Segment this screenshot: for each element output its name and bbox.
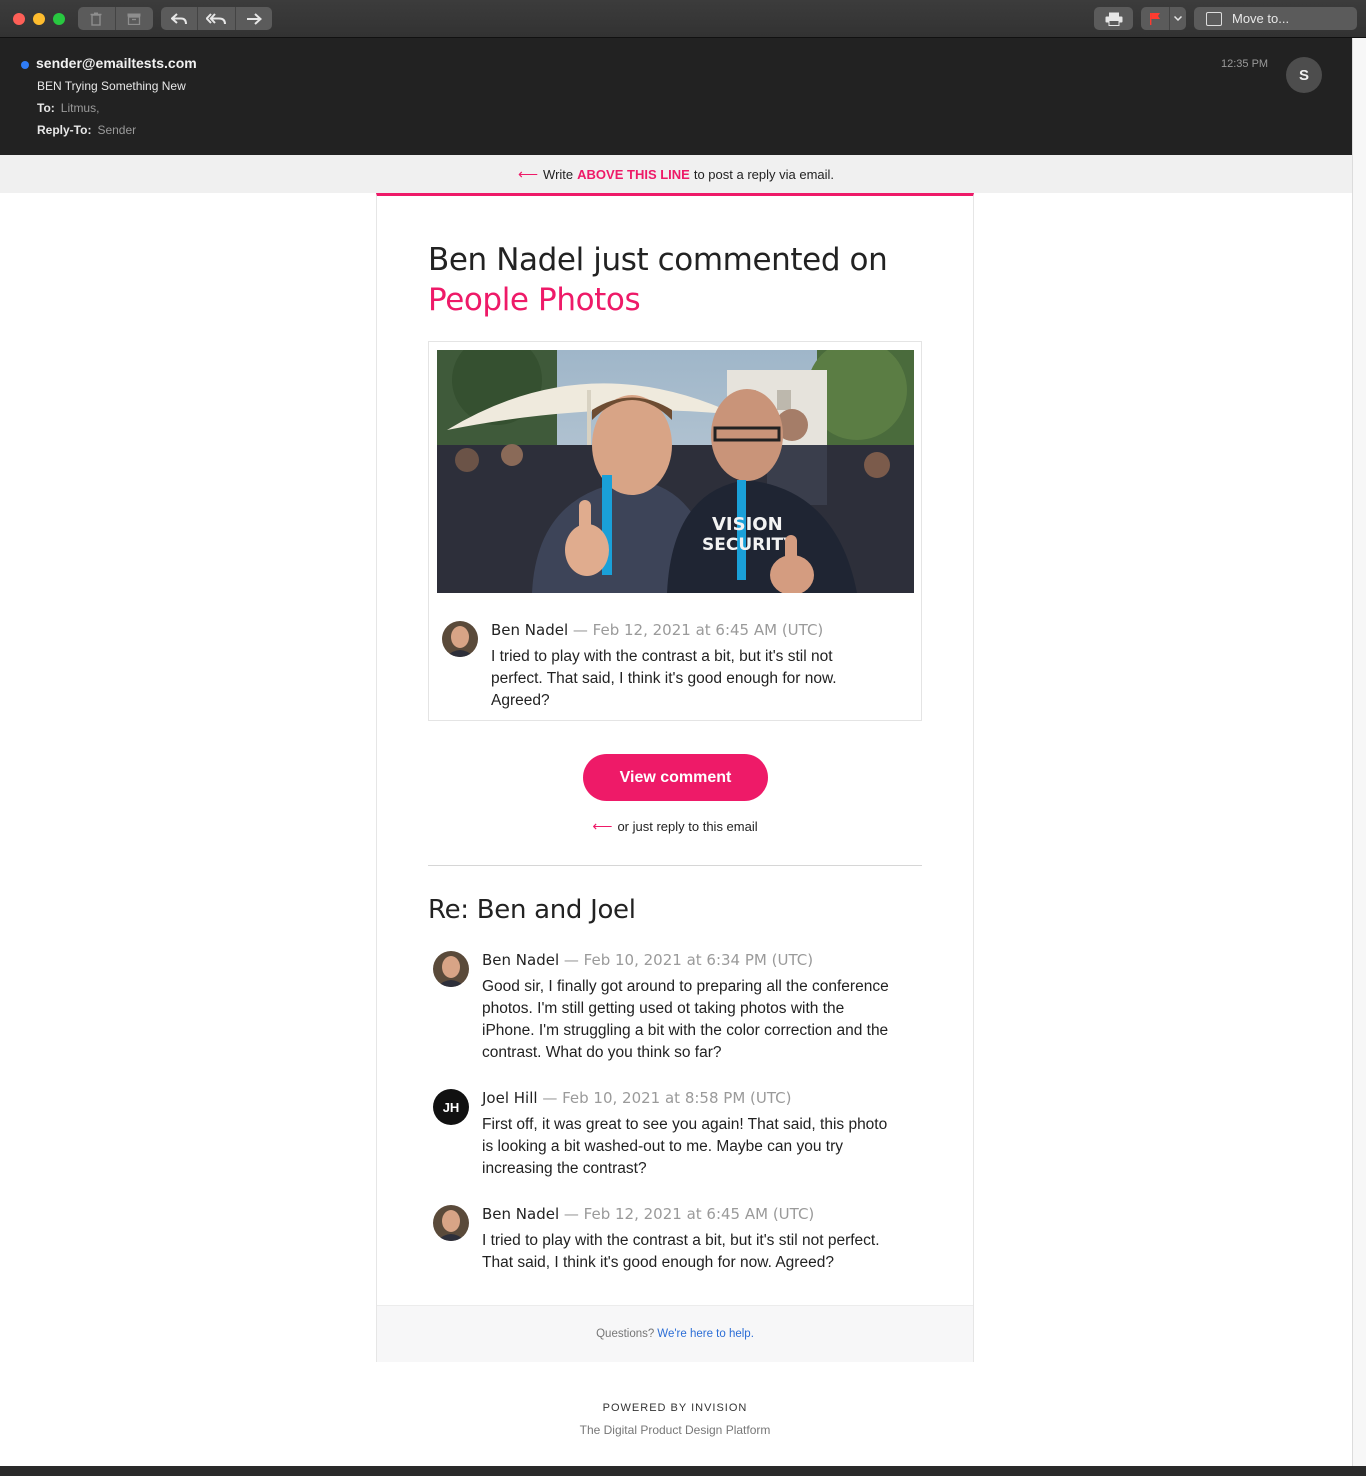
reply-all-icon xyxy=(206,12,227,24)
trash-button[interactable] xyxy=(78,7,116,30)
thread-comment-header: Ben Nadel — Feb 12, 2021 at 6:45 AM (UTC… xyxy=(482,1205,814,1223)
section-divider xyxy=(428,865,922,866)
reply-button[interactable] xyxy=(161,7,199,30)
left-arrow-icon: ⟵ xyxy=(592,818,613,834)
comment-author: Ben Nadel xyxy=(482,1205,560,1223)
reply-line-emphasis: ABOVE THIS LINE xyxy=(577,166,690,182)
mail-toolbar: Move to... xyxy=(0,0,1366,38)
comment-meta: — Feb 10, 2021 at 6:34 PM (UTC) xyxy=(563,951,814,969)
ben-nadel-avatar xyxy=(433,951,469,987)
comment-line: increasing the contrast? xyxy=(482,1160,647,1177)
screen-photo[interactable]: VISION SECURITY xyxy=(437,350,914,593)
minimize-window-button[interactable] xyxy=(33,13,45,25)
window-bottom-edge xyxy=(0,1466,1366,1476)
sender-avatar: S xyxy=(1286,57,1322,93)
flag-group xyxy=(1141,7,1186,30)
email-title: Ben Nadel just commented on People Photo… xyxy=(428,240,948,320)
or-reply-note: ⟵ or just reply to this email xyxy=(428,818,922,835)
reply-to-label: Reply-To: xyxy=(37,123,92,137)
reply-forward-group xyxy=(161,7,272,30)
thread-comment-text: Good sir, I finally got around to prepar… xyxy=(482,976,889,1064)
comment-line: is looking a bit washed-out to me. Maybe… xyxy=(482,1138,843,1155)
ben-nadel-photo-icon xyxy=(442,621,478,657)
forward-arrow-icon xyxy=(246,12,262,25)
comment-meta: — Feb 12, 2021 at 6:45 AM (UTC) xyxy=(563,1205,815,1223)
reply-line-suffix: to post a reply via email. xyxy=(693,166,835,182)
thread-comment-header: Ben Nadel — Feb 10, 2021 at 6:34 PM (UTC… xyxy=(482,951,813,969)
reply-line-prefix: Write xyxy=(543,166,574,182)
footer-question: Questions? xyxy=(596,1328,655,1340)
svg-text:SECURITY: SECURITY xyxy=(702,535,796,555)
message-time: 12:35 PM xyxy=(1221,58,1269,70)
zoom-window-button[interactable] xyxy=(53,13,65,25)
reply-all-button[interactable] xyxy=(198,7,236,30)
thread-comment-text: I tried to play with the contrast a bit,… xyxy=(482,1230,880,1274)
reply-to-row: Reply-To: Sender xyxy=(37,123,136,137)
comment-author: Ben Nadel xyxy=(491,621,569,639)
delete-archive-group xyxy=(78,7,153,30)
comment-line: perfect. That said, I think it's good en… xyxy=(491,670,837,687)
view-comment-button[interactable]: View comment xyxy=(583,754,768,801)
message-header: sender@emailtests.com BEN Trying Somethi… xyxy=(0,38,1352,155)
comment-meta: — Feb 10, 2021 at 8:58 PM (UTC) xyxy=(542,1089,792,1107)
to-row: To: Litmus, xyxy=(37,101,99,115)
comment-line: photos. I'm still getting used ot taking… xyxy=(482,1000,845,1017)
ben-nadel-avatar xyxy=(442,621,478,657)
printer-icon xyxy=(1105,12,1122,26)
trash-icon xyxy=(90,12,102,26)
move-to-button[interactable]: Move to... xyxy=(1194,7,1357,30)
move-to-folder-icon xyxy=(1206,11,1222,26)
thread-title: Re: Ben and Joel xyxy=(428,895,636,925)
thread-comment-header: Joel Hill — Feb 10, 2021 at 8:58 PM (UTC… xyxy=(482,1089,791,1107)
scrollbar-track[interactable] xyxy=(1352,38,1366,1476)
to-label: To: xyxy=(37,101,55,115)
or-reply-text: or just reply to this email xyxy=(617,819,758,834)
unread-dot-icon xyxy=(21,61,29,69)
close-window-button[interactable] xyxy=(13,13,25,25)
comment-line: Agreed? xyxy=(491,692,550,709)
archive-button[interactable] xyxy=(116,7,154,30)
tagline: The Digital Product Design Platform xyxy=(579,1423,771,1437)
svg-text:VISION: VISION xyxy=(712,514,783,535)
print-group xyxy=(1094,7,1133,30)
comment-author: Joel Hill xyxy=(482,1089,538,1107)
comment-line: Good sir, I finally got around to prepar… xyxy=(482,978,889,995)
forward-button[interactable] xyxy=(236,7,272,30)
comment-line: I tried to play with the contrast a bit,… xyxy=(491,648,833,665)
reply-to-value[interactable]: Sender xyxy=(97,123,136,137)
move-to-label: Move to... xyxy=(1232,11,1290,26)
featured-comment-header: Ben Nadel — Feb 12, 2021 at 6:45 AM (UTC… xyxy=(491,621,823,639)
conference-photo-image: VISION SECURITY xyxy=(437,350,914,593)
help-footer: Questions? We're here to help. xyxy=(377,1305,973,1362)
flag-button[interactable] xyxy=(1141,7,1171,30)
email-title-text: Ben Nadel just commented on xyxy=(428,242,888,278)
ben-nadel-photo-icon xyxy=(433,951,469,987)
reply-icon xyxy=(171,12,188,24)
comment-line: That said, I think it's good enough for … xyxy=(482,1254,834,1271)
powered-by-label: POWERED BY INVISION xyxy=(602,1402,748,1414)
featured-comment-text: I tried to play with the contrast a bit,… xyxy=(491,646,837,712)
flag-menu-button[interactable] xyxy=(1170,7,1186,30)
comment-author: Ben Nadel xyxy=(482,951,560,969)
left-arrow-icon: ⟵ xyxy=(517,165,539,182)
comment-line: First off, it was great to see you again… xyxy=(482,1116,888,1133)
sender-address[interactable]: sender@emailtests.com xyxy=(36,55,197,71)
ben-nadel-photo-icon xyxy=(433,1205,469,1241)
reply-above-line-banner: ⟵ Write ABOVE THIS LINE to post a reply … xyxy=(0,155,1352,193)
help-link[interactable]: We're here to help. xyxy=(657,1328,754,1340)
comment-line: iPhone. I'm struggling a bit with the co… xyxy=(482,1022,889,1039)
comment-line: contrast. What do you think so far? xyxy=(482,1044,722,1061)
ben-nadel-avatar xyxy=(433,1205,469,1241)
comment-line: I tried to play with the contrast a bit,… xyxy=(482,1232,880,1249)
red-flag-icon xyxy=(1150,13,1161,25)
joel-hill-avatar: JH xyxy=(433,1089,469,1125)
thread-comment-text: First off, it was great to see you again… xyxy=(482,1114,887,1180)
chevron-down-icon xyxy=(1174,16,1183,21)
comment-meta: — Feb 12, 2021 at 6:45 AM (UTC) xyxy=(572,621,824,639)
people-photos-link[interactable]: People Photos xyxy=(428,280,948,320)
print-button[interactable] xyxy=(1094,7,1133,30)
to-value[interactable]: Litmus, xyxy=(61,101,100,115)
message-subject: BEN Trying Something New xyxy=(37,79,186,93)
archive-icon xyxy=(127,13,141,25)
